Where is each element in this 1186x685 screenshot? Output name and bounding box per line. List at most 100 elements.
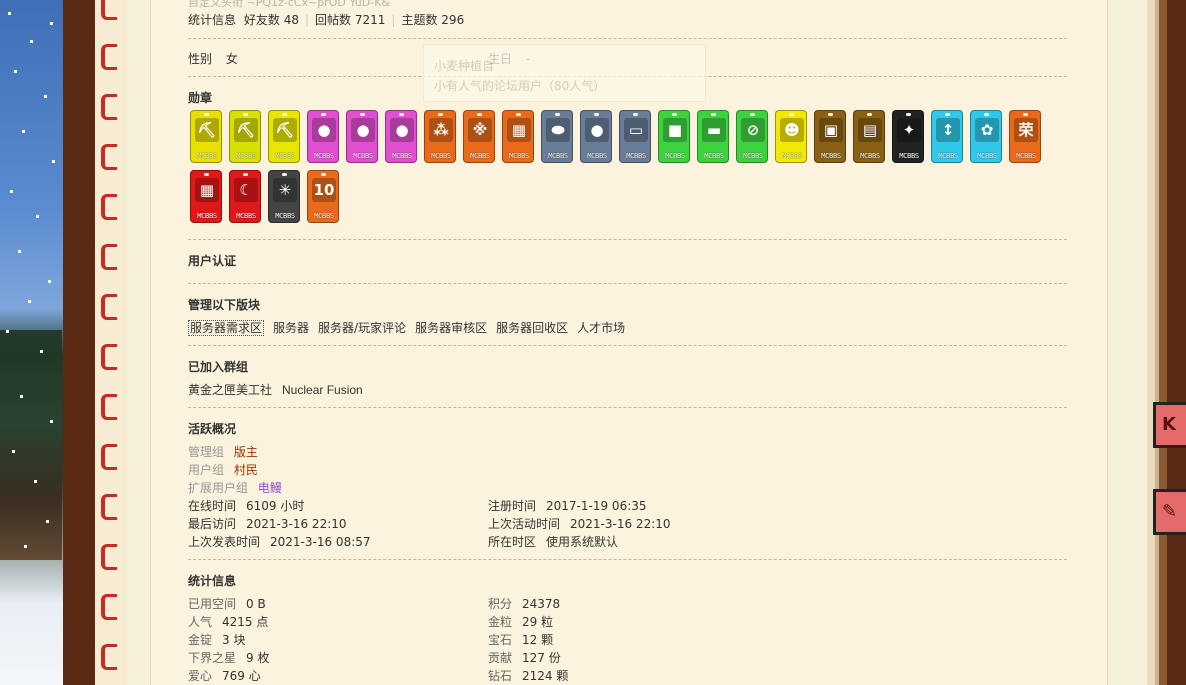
auth-heading: 用户认证 bbox=[188, 254, 237, 268]
points: 积分 24378 bbox=[488, 597, 561, 611]
medal-pickaxe-wood[interactable]: ⛏ MCBBS bbox=[190, 110, 222, 163]
rope-link bbox=[101, 0, 117, 20]
medal-red-c[interactable]: ☾ MCBBS bbox=[229, 170, 261, 223]
medal-hole bbox=[984, 113, 989, 116]
admin-group-label: 管理组 bbox=[188, 445, 225, 459]
forum-link[interactable]: 服务器审核区 bbox=[415, 321, 487, 335]
medal-ore[interactable]: ✦ MCBBS bbox=[892, 110, 924, 163]
forum-link[interactable]: 服务器需求区 bbox=[188, 320, 265, 336]
admin-group-link[interactable]: 版主 bbox=[234, 445, 258, 459]
divider bbox=[188, 559, 1067, 560]
forum-link[interactable]: 人才市场 bbox=[577, 321, 625, 335]
medal-hole bbox=[594, 113, 599, 116]
medal-apple-red-icon: ● bbox=[351, 118, 375, 142]
medal-label: MCBBS bbox=[587, 152, 607, 160]
rope-link bbox=[101, 144, 117, 170]
medal-honor-icon: 荣 bbox=[1014, 118, 1038, 142]
snowflake bbox=[34, 480, 37, 483]
medal-label: MCBBS bbox=[236, 212, 256, 220]
medal-ten-icon: 10 bbox=[312, 178, 336, 202]
medal-pickaxe-diamond[interactable]: ⛏ MCBBS bbox=[268, 110, 300, 163]
medal-apple-red[interactable]: ● MCBBS bbox=[346, 110, 378, 163]
stats-summary-label: 统计信息 bbox=[188, 13, 237, 27]
medal-jukebox[interactable]: ▣ MCBBS bbox=[814, 110, 846, 163]
contribution: 贡献 127 份 bbox=[488, 651, 561, 665]
friends-link[interactable]: 好友数 48 bbox=[244, 13, 299, 27]
medal-villager-icon: ☻ bbox=[780, 118, 804, 142]
forum-link[interactable]: 服务器/玩家评论 bbox=[318, 321, 406, 335]
rope-link bbox=[101, 44, 117, 70]
rope-link bbox=[101, 444, 117, 470]
medal-seeds[interactable]: ⁂ MCBBS bbox=[424, 110, 456, 163]
group-link[interactable]: 黄金之匣美工社 bbox=[188, 383, 272, 397]
medal-honor[interactable]: 荣 MCBBS bbox=[1009, 110, 1041, 163]
snowflake bbox=[52, 160, 55, 163]
medal-hole bbox=[204, 113, 209, 116]
medal-hole bbox=[360, 113, 365, 116]
medal-cookie[interactable]: ● MCBBS bbox=[580, 110, 612, 163]
medal-cake[interactable]: ▭ MCBBS bbox=[619, 110, 651, 163]
managed-forums: 服务器需求区 服务器 服务器/玩家评论 服务器审核区 服务器回收区 人才市场 bbox=[188, 319, 634, 336]
medal-label: MCBBS bbox=[626, 152, 646, 160]
medal-tooltip: 小麦种植自 小有人气的论坛用户（80人气） bbox=[423, 44, 706, 102]
snowflake bbox=[44, 95, 47, 98]
snowflake bbox=[22, 130, 25, 133]
diamond: 钻石 2124 颗 bbox=[488, 669, 569, 683]
medal-hole bbox=[750, 113, 755, 116]
medal-grass-block[interactable]: ■ MCBBS bbox=[658, 110, 690, 163]
medal-label: MCBBS bbox=[353, 152, 373, 160]
rope-link bbox=[101, 544, 117, 570]
medal-label: MCBBS bbox=[197, 212, 217, 220]
medal-label: MCBBS bbox=[782, 152, 802, 160]
side-tab-button[interactable]: K bbox=[1153, 402, 1186, 448]
popularity: 人气 4215 点 bbox=[188, 615, 269, 629]
snowflake bbox=[46, 520, 49, 523]
user-group-link[interactable]: 村民 bbox=[234, 463, 258, 477]
topics-link[interactable]: 主题数 296 bbox=[401, 13, 464, 27]
ext-group-link[interactable]: 电鳗 bbox=[258, 481, 282, 495]
medal-hole bbox=[321, 113, 326, 116]
snowflake bbox=[48, 280, 51, 283]
medal-label: MCBBS bbox=[236, 152, 256, 160]
divider bbox=[188, 345, 1067, 346]
medal-bread-icon: ⬬ bbox=[546, 118, 570, 142]
snowy-background bbox=[0, 0, 66, 685]
forum-link[interactable]: 服务器 bbox=[273, 321, 309, 335]
medal-atom[interactable]: ✳ MCBBS bbox=[268, 170, 300, 223]
medal-version-1-12[interactable]: ↕ MCBBS bbox=[931, 110, 963, 163]
right-wood-frame bbox=[1147, 0, 1186, 685]
medal-pickaxe-gold[interactable]: ⛏ MCBBS bbox=[229, 110, 261, 163]
medal-apple-green[interactable]: ● MCBBS bbox=[307, 110, 339, 163]
tree-decoration bbox=[0, 330, 62, 560]
medal-book[interactable]: ▬ MCBBS bbox=[697, 110, 729, 163]
medal-parrot-icon: ✿ bbox=[975, 118, 999, 142]
medal-ore-icon: ✦ bbox=[897, 118, 921, 142]
medal-no-pig-icon: ⊘ bbox=[741, 118, 765, 142]
rope-link bbox=[101, 294, 117, 320]
medal-red-grid[interactable]: ▦ MCBBS bbox=[190, 170, 222, 223]
replies-link[interactable]: 回帖数 7211 bbox=[315, 13, 385, 27]
medal-seeds-icon: ⁂ bbox=[429, 118, 453, 142]
medal-label: MCBBS bbox=[548, 152, 568, 160]
medal-red-grid-icon: ▦ bbox=[195, 178, 219, 202]
medal-wheat[interactable]: ※ MCBBS bbox=[463, 110, 495, 163]
rope-link bbox=[101, 244, 117, 270]
medal-villager[interactable]: ☻ MCBBS bbox=[775, 110, 807, 163]
medal-no-pig[interactable]: ⊘ MCBBS bbox=[736, 110, 768, 163]
medal-bread[interactable]: ⬬ MCBBS bbox=[541, 110, 573, 163]
medal-label: MCBBS bbox=[470, 152, 490, 160]
medal-apple-green-icon: ● bbox=[312, 118, 336, 142]
medal-parrot[interactable]: ✿ MCBBS bbox=[970, 110, 1002, 163]
snowflake bbox=[12, 450, 15, 453]
group-link[interactable]: Nuclear Fusion bbox=[282, 383, 363, 397]
forum-link[interactable]: 服务器回收区 bbox=[496, 321, 568, 335]
tooltip-desc: 小有人气的论坛用户（80人气） bbox=[434, 79, 606, 93]
ext-group-row: 扩展用户组 电鳗 bbox=[188, 479, 282, 496]
medal-netherwart[interactable]: ▦ MCBBS bbox=[502, 110, 534, 163]
medal-apple-gold[interactable]: ● MCBBS bbox=[385, 110, 417, 163]
medal-hole bbox=[672, 113, 677, 116]
medal-map[interactable]: ▤ MCBBS bbox=[853, 110, 885, 163]
medal-label: MCBBS bbox=[743, 152, 763, 160]
side-edit-button[interactable]: ✎ bbox=[1153, 489, 1186, 535]
medal-ten[interactable]: 10 MCBBS bbox=[307, 170, 339, 223]
